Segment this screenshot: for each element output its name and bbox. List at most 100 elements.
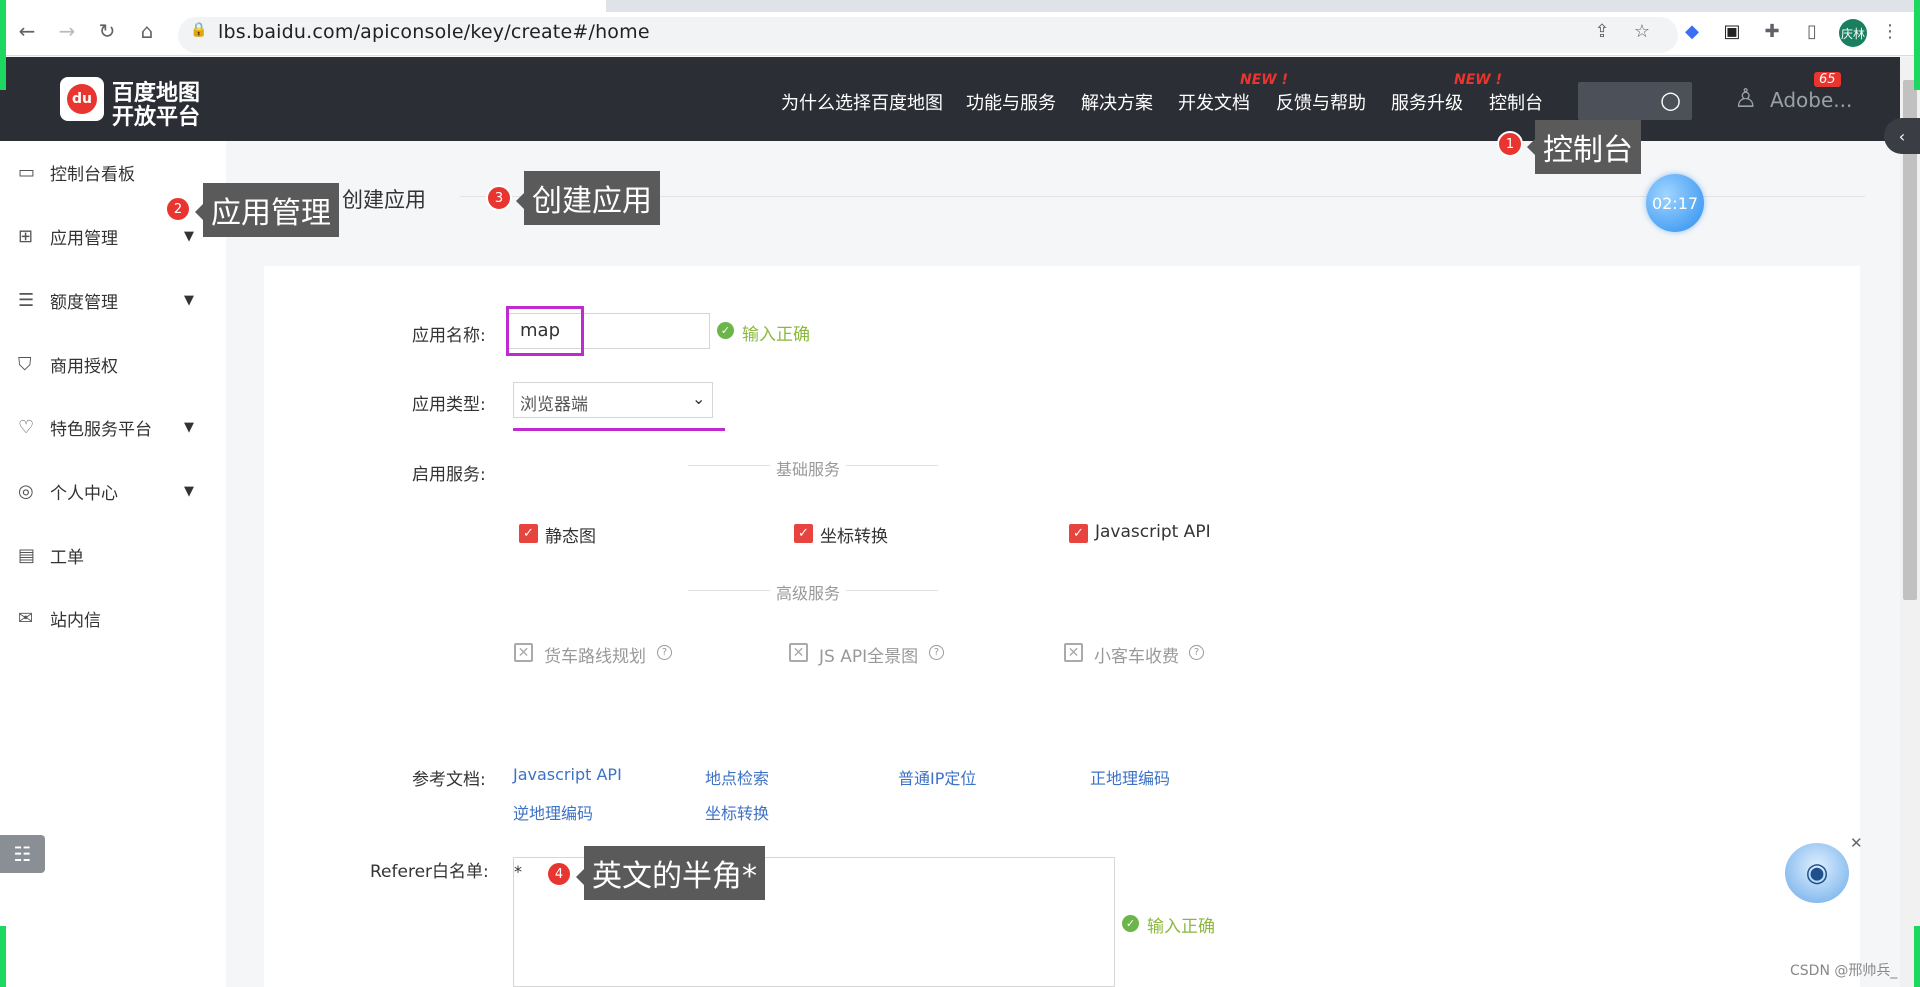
service-toll-fee-label: 小客车收费 xyxy=(1094,647,1179,667)
doc-link-coord-convert[interactable]: 坐标转换 xyxy=(705,800,769,824)
service-static-map-label[interactable]: 静态图 xyxy=(545,522,596,547)
sidebar-item-commercial[interactable]: ⛉ 商用授权 xyxy=(0,340,226,388)
list-menu-icon[interactable]: ☷ xyxy=(0,835,45,873)
checkbox-javascript-api[interactable]: ✓ xyxy=(1069,524,1088,543)
doc-link-place-search[interactable]: 地点检索 xyxy=(705,765,769,789)
nav-dev-docs[interactable]: 开发文档 xyxy=(1178,89,1250,115)
baidu-map-logo[interactable]: du xyxy=(60,77,104,121)
sidebar-item-label: 控制台看板 xyxy=(50,164,135,185)
puzzle-icon[interactable]: ✚ xyxy=(1760,19,1784,43)
share-icon[interactable]: ⇪ xyxy=(1590,19,1614,43)
sidebar-item-quota[interactable]: ☰ 额度管理 ▼ xyxy=(0,276,226,324)
checkbox-static-map[interactable]: ✓ xyxy=(519,524,538,543)
user-icon[interactable]: ♙ xyxy=(1734,84,1757,114)
grid-icon: ⊞ xyxy=(18,225,34,247)
basic-services-title: 基础服务 xyxy=(770,456,847,480)
checkbox-coord-convert[interactable]: ✓ xyxy=(794,524,813,543)
sidebar-item-personal[interactable]: ◎ 个人中心 ▼ xyxy=(0,467,226,515)
scrollbar-thumb[interactable] xyxy=(1903,80,1917,600)
annotation-arrow-4 xyxy=(576,869,584,885)
shield-check-icon: ⛉ xyxy=(18,353,32,375)
annotation-badge-4: 4 xyxy=(546,861,572,887)
app-type-value[interactable]: 浏览器端 xyxy=(520,390,588,415)
service-javascript-api-label[interactable]: Javascript API xyxy=(1095,522,1211,542)
close-icon[interactable]: ✕ xyxy=(1850,834,1863,852)
annotation-callout-console: 控制台 xyxy=(1535,120,1641,174)
annotation-badge-3: 3 xyxy=(486,185,512,211)
referer-value[interactable]: * xyxy=(514,862,522,881)
mail-icon: ✉ xyxy=(18,607,34,629)
doc-link-javascript-api[interactable]: Javascript API xyxy=(513,765,622,784)
more-menu-icon[interactable]: ⋮ xyxy=(1878,19,1902,43)
docs-label: 参考文档: xyxy=(412,770,486,790)
chevron-down-icon[interactable]: ⌄ xyxy=(692,389,705,408)
nav-features[interactable]: 功能与服务 xyxy=(966,89,1056,115)
sidebar-item-featured[interactable]: ♡ 特色服务平台 ▼ xyxy=(0,403,226,451)
extension-1-icon[interactable]: ◆ xyxy=(1680,19,1704,43)
service-coord-convert-label[interactable]: 坐标转换 xyxy=(820,522,888,547)
active-tab[interactable] xyxy=(6,0,606,12)
annotation-callout-app-management: 应用管理 xyxy=(203,183,339,237)
profile-avatar[interactable]: 庆林 xyxy=(1839,19,1867,47)
checkbox-truck-route-disabled: ✕ xyxy=(514,643,533,662)
collapse-chevron-icon[interactable]: ‹ xyxy=(1884,118,1920,154)
sidebar-item-dashboard[interactable]: ▭ 控制台看板 xyxy=(0,148,226,196)
advanced-services-title: 高级服务 xyxy=(770,580,847,604)
sidepanel-icon[interactable]: ▯ xyxy=(1800,19,1824,43)
csdn-watermark: CSDN @邢帅兵_ xyxy=(1790,963,1898,979)
check-circle-icon: ✓ xyxy=(1122,915,1139,932)
help-question-icon[interactable]: ? xyxy=(929,645,944,660)
sidebar-item-label: 个人中心 xyxy=(50,483,118,504)
services-label: 启用服务: xyxy=(412,465,486,485)
sliders-icon: ☰ xyxy=(18,289,35,311)
notification-badge: 65 xyxy=(1814,72,1841,87)
service-panorama-label: JS API全景图 xyxy=(819,647,919,667)
sidebar-item-app-management[interactable]: ⊞ 应用管理 ▼ xyxy=(0,212,226,260)
new-tag-docs: NEW ! xyxy=(1240,72,1288,88)
logo-text-line2: 开放平台 xyxy=(112,105,201,130)
assistant-robot-icon[interactable]: ◉ xyxy=(1785,843,1849,903)
dashboard-card-icon: ▭ xyxy=(18,161,36,183)
forward-arrow-icon[interactable]: → xyxy=(52,16,82,46)
app-name-valid-text: 输入正确 xyxy=(742,325,810,345)
nav-console[interactable]: 控制台 xyxy=(1489,89,1543,115)
referer-valid-text: 输入正确 xyxy=(1147,917,1215,937)
sidebar-item-label: 额度管理 xyxy=(50,292,118,313)
url-text[interactable]: lbs.baidu.com/apiconsole/key/create#/hom… xyxy=(218,21,650,43)
heart-icon: ♡ xyxy=(18,416,35,438)
home-icon[interactable]: ⌂ xyxy=(132,16,162,46)
nav-service-upgrade[interactable]: 服务升级 xyxy=(1391,89,1463,115)
back-arrow-icon[interactable]: ← xyxy=(12,16,42,46)
sidebar-item-tickets[interactable]: ▤ 工单 xyxy=(0,531,226,579)
help-question-icon[interactable]: ? xyxy=(1189,645,1204,660)
page-title: 创建应用 xyxy=(342,188,426,212)
clipboard-icon: ▤ xyxy=(18,544,36,566)
doc-link-ip-location[interactable]: 普通IP定位 xyxy=(898,765,976,789)
annotation-arrow-2 xyxy=(195,204,203,220)
help-question-icon[interactable]: ? xyxy=(657,645,672,660)
extension-2-icon[interactable]: ▣ xyxy=(1720,19,1744,43)
right-edge-marker-bottom xyxy=(1914,926,1920,987)
left-edge-marker-bottom xyxy=(0,926,6,987)
annotation-arrow-3 xyxy=(516,193,524,209)
left-edge-marker-top xyxy=(0,0,6,90)
logo-mark: du xyxy=(67,84,97,114)
lock-icon: 🔒 xyxy=(190,22,208,38)
sidebar-item-label: 应用管理 xyxy=(50,228,118,249)
timer-bubble[interactable]: 02:17 xyxy=(1646,174,1704,232)
nav-solutions[interactable]: 解决方案 xyxy=(1081,89,1153,115)
sidebar-item-messages[interactable]: ✉ 站内信 xyxy=(0,594,226,642)
service-truck-route-label: 货车路线规划 xyxy=(544,647,646,667)
nav-why-baidu-map[interactable]: 为什么选择百度地图 xyxy=(781,89,943,115)
bookmark-star-icon[interactable]: ☆ xyxy=(1630,19,1654,43)
user-name[interactable]: Adobe... xyxy=(1770,88,1852,112)
doc-link-geocoding[interactable]: 正地理编码 xyxy=(1090,765,1170,789)
doc-link-reverse-geocoding[interactable]: 逆地理编码 xyxy=(513,800,593,824)
search-icon[interactable]: ○ xyxy=(1660,86,1681,114)
annotation-badge-1: 1 xyxy=(1497,131,1523,157)
nav-feedback[interactable]: 反馈与帮助 xyxy=(1276,89,1366,115)
app-name-label: 应用名称: xyxy=(412,326,486,346)
reload-icon[interactable]: ↻ xyxy=(92,16,122,46)
annotation-callout-create-app: 创建应用 xyxy=(524,171,660,225)
referer-label: Referer白名单: xyxy=(370,862,489,882)
